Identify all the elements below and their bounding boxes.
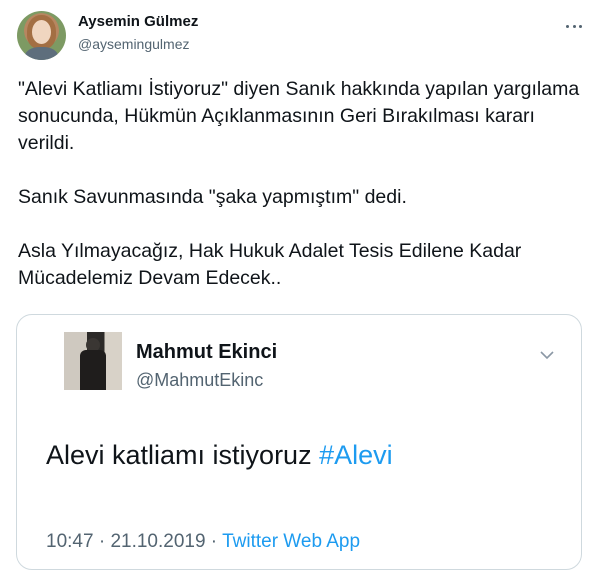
chevron-down-icon[interactable] xyxy=(539,349,555,361)
quoted-text: Alevi katliamı istiyoruz xyxy=(46,440,320,470)
quoted-tweet-text: Alevi katliamı istiyoruz #Alevi xyxy=(46,440,393,471)
author-handle[interactable]: @aysemingulmez xyxy=(78,36,189,52)
quoted-author-name[interactable]: Mahmut Ekinci xyxy=(136,341,277,364)
author-name[interactable]: Aysemin Gülmez xyxy=(78,13,198,30)
quoted-author-handle[interactable]: @MahmutEkinc xyxy=(136,370,263,391)
avatar-face xyxy=(32,20,51,44)
meta-separator: · xyxy=(93,531,111,552)
tweet-time[interactable]: 10:47 xyxy=(46,531,94,552)
avatar[interactable] xyxy=(17,11,66,60)
tweet-date[interactable]: 21.10.2019 xyxy=(110,531,205,552)
tweet-paragraph-1: "Alevi Katliamı İstiyoruz" diyen Sanık h… xyxy=(18,78,580,154)
tweet-paragraph-3: Asla Yılmayacağız, Hak Hukuk Adalet Tesi… xyxy=(18,240,522,289)
more-horizontal-icon[interactable] xyxy=(566,18,582,34)
quoted-avatar[interactable] xyxy=(64,332,122,390)
avatar-shirt xyxy=(25,47,58,60)
meta-separator: · xyxy=(205,531,223,552)
quoted-tweet-meta: 10:47 · 21.10.2019 · Twitter Web App xyxy=(46,531,360,553)
hashtag-link[interactable]: #Alevi xyxy=(319,440,393,470)
tweet-paragraph-2: Sanık Savunmasında "şaka yapmıştım" dedi… xyxy=(18,186,407,208)
quoted-tweet-card[interactable]: Mahmut Ekinci @MahmutEkinc Alevi katliam… xyxy=(16,314,582,570)
quoted-avatar-body xyxy=(80,350,106,390)
tweet-source[interactable]: Twitter Web App xyxy=(222,531,360,552)
tweet-text: "Alevi Katliamı İstiyoruz" diyen Sanık h… xyxy=(18,76,588,292)
